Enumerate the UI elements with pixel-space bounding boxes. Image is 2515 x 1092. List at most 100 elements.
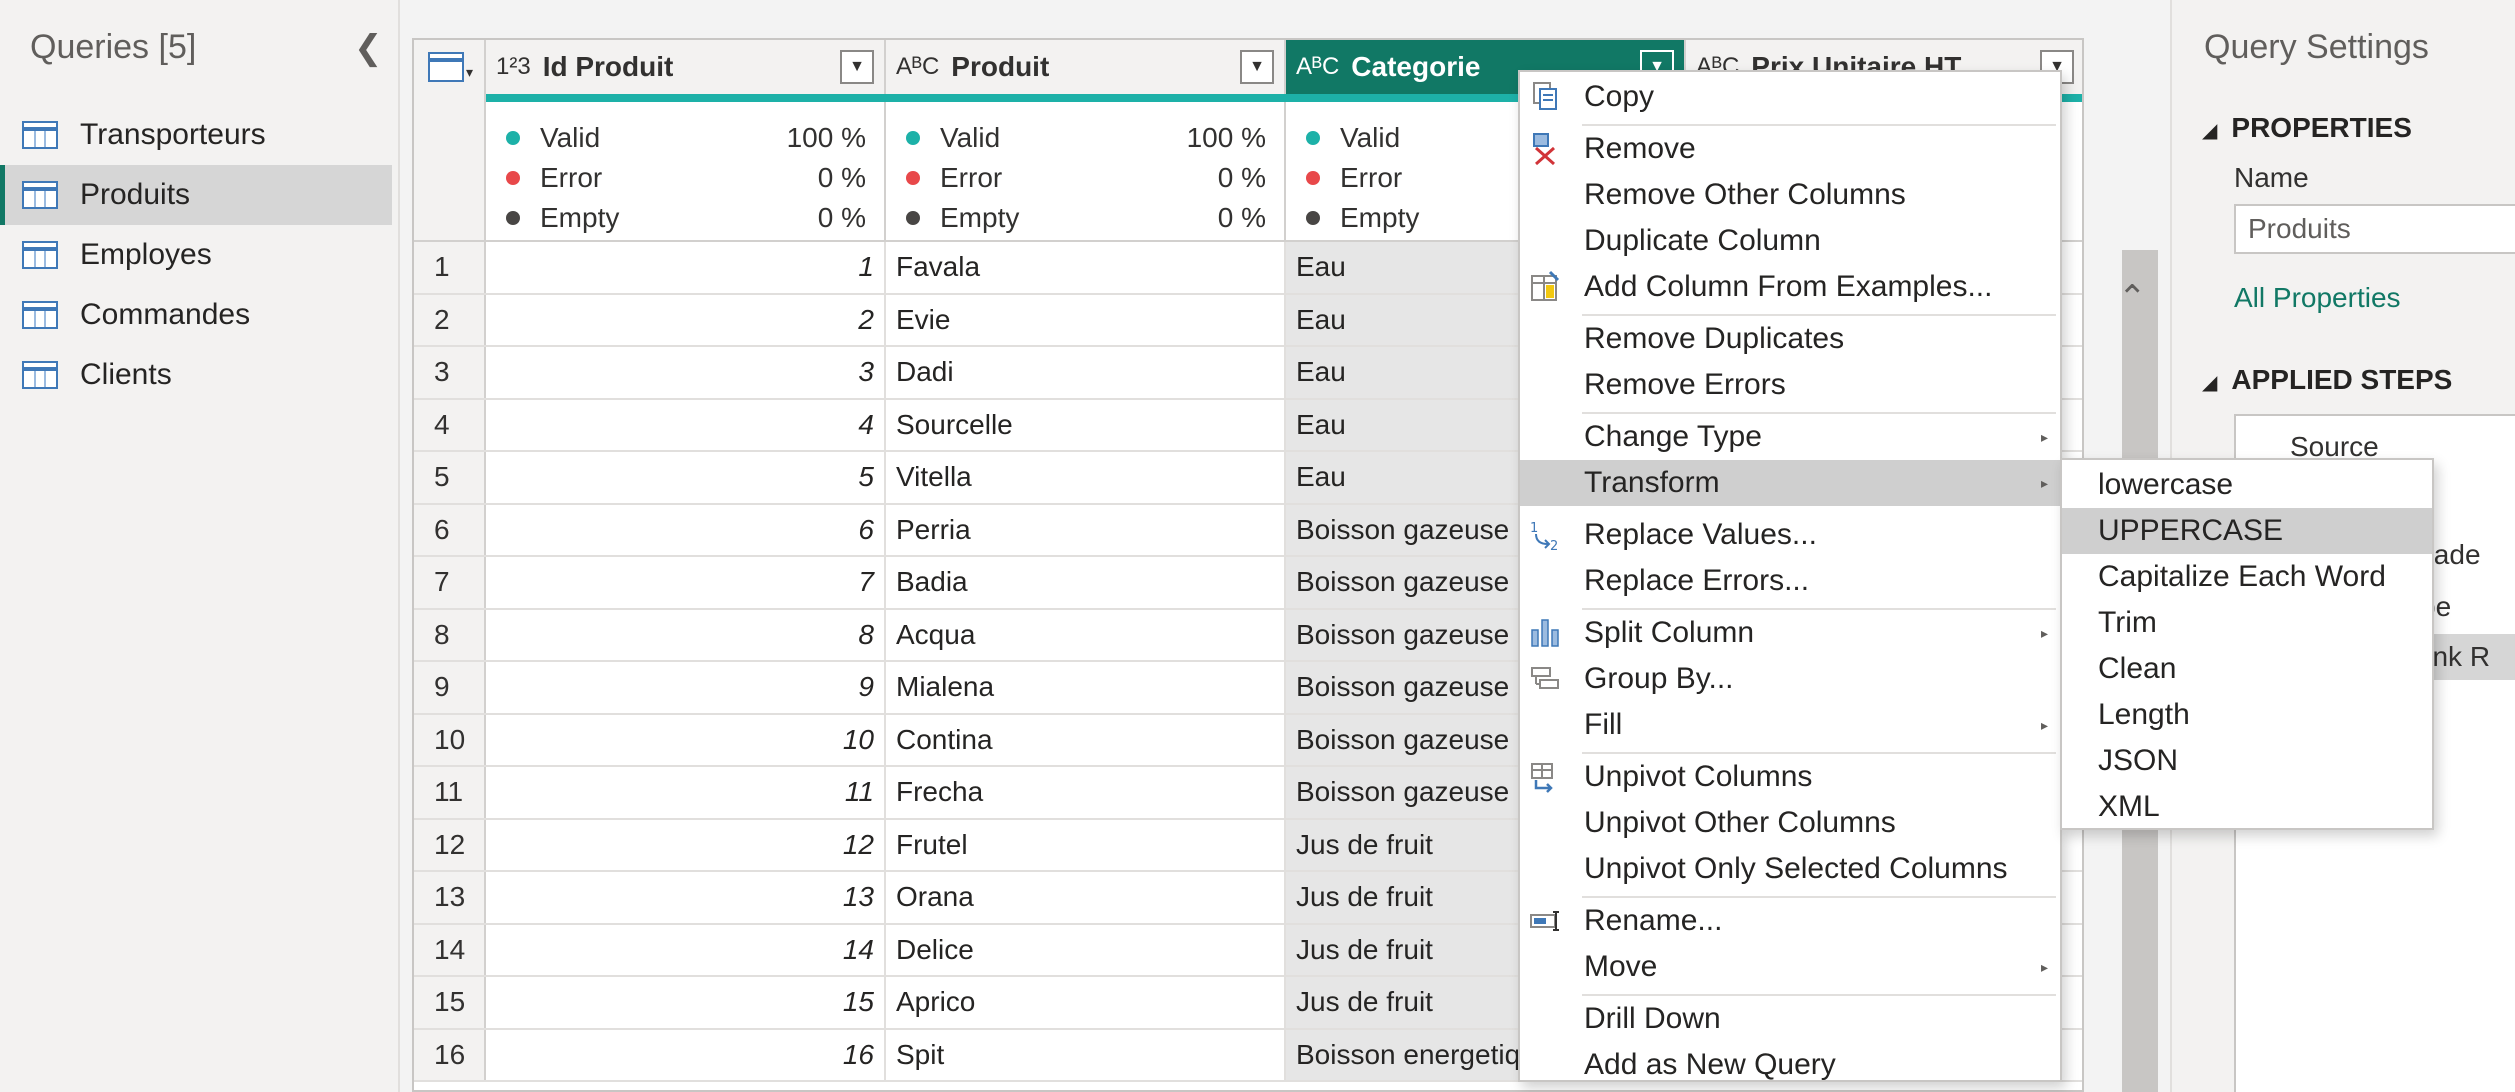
properties-section-header[interactable]: ◢ PROPERTIES [2202, 112, 2412, 144]
menu-item-remove-duplicates[interactable]: Remove Duplicates [1520, 316, 2060, 362]
cell-produit[interactable]: Favala [886, 242, 1286, 293]
row-number[interactable]: 1 [414, 242, 486, 293]
submenu-arrow-icon: ▸ [2040, 716, 2048, 733]
filter-dropdown-icon[interactable]: ▼ [1240, 50, 1274, 84]
row-number[interactable]: 4 [414, 399, 486, 450]
cell-produit[interactable]: Vitella [886, 452, 1286, 503]
cell-id-produit[interactable]: 14 [486, 924, 886, 975]
cell-produit[interactable]: Perria [886, 504, 1286, 555]
query-name-input[interactable]: Produits [2234, 204, 2515, 254]
menu-item-add-column-from-examples[interactable]: Add Column From Examples... [1520, 264, 2060, 310]
cell-produit[interactable]: Dadi [886, 347, 1286, 398]
all-properties-link[interactable]: All Properties [2234, 282, 2401, 314]
filter-dropdown-icon[interactable]: ▼ [840, 50, 874, 84]
cell-id-produit[interactable]: 8 [486, 609, 886, 660]
cell-produit[interactable]: Badia [886, 557, 1286, 608]
row-number[interactable]: 14 [414, 924, 486, 975]
applied-steps-header[interactable]: ◢ APPLIED STEPS [2202, 364, 2452, 396]
submenu-item-clean[interactable]: Clean [2062, 646, 2432, 692]
table-menu-button[interactable]: ▾ [414, 40, 486, 242]
row-number[interactable]: 6 [414, 504, 486, 555]
submenu-item-uppercase[interactable]: UPPERCASE [2062, 508, 2432, 554]
row-number[interactable]: 11 [414, 767, 486, 818]
cell-produit[interactable]: Evie [886, 294, 1286, 345]
query-item-produits[interactable]: Produits [0, 165, 392, 225]
submenu-item-json[interactable]: JSON [2062, 738, 2432, 784]
menu-item-split-column[interactable]: Split Column ▸ [1520, 610, 2060, 656]
cell-id-produit[interactable]: 11 [486, 767, 886, 818]
cell-produit[interactable]: Delice [886, 924, 1286, 975]
row-number[interactable]: 8 [414, 609, 486, 660]
row-number[interactable]: 9 [414, 662, 486, 713]
row-number[interactable]: 5 [414, 452, 486, 503]
text-type-icon[interactable]: AᴮC [1296, 53, 1339, 81]
chevron-left-icon[interactable]: ❮ [354, 28, 383, 68]
cell-produit[interactable]: Orana [886, 872, 1286, 923]
menu-item-copy[interactable]: Copy [1520, 74, 2060, 120]
cell-produit[interactable]: Contina [886, 714, 1286, 765]
row-number[interactable]: 15 [414, 977, 486, 1028]
submenu-item-length[interactable]: Length [2062, 692, 2432, 738]
cell-produit[interactable]: Spit [886, 1029, 1286, 1080]
menu-item-transform[interactable]: Transform ▸ [1520, 460, 2060, 506]
row-number[interactable]: 16 [414, 1029, 486, 1080]
row-number[interactable]: 7 [414, 557, 486, 608]
row-number[interactable]: 10 [414, 714, 486, 765]
menu-item-rename[interactable]: Rename... [1520, 898, 2060, 944]
menu-item-remove-other-columns[interactable]: Remove Other Columns [1520, 172, 2060, 218]
query-item-transporteurs[interactable]: Transporteurs [0, 105, 392, 165]
menu-item-move[interactable]: Move ▸ [1520, 944, 2060, 990]
query-item-clients[interactable]: Clients [0, 345, 392, 405]
cell-id-produit[interactable]: 4 [486, 399, 886, 450]
column-title: Categorie [1351, 51, 1481, 82]
menu-item-fill[interactable]: Fill ▸ [1520, 702, 2060, 748]
cell-id-produit[interactable]: 7 [486, 557, 886, 608]
queries-pane: Queries [5] ❮ Transporteurs Produits Emp… [0, 0, 400, 1092]
cell-produit[interactable]: Mialena [886, 662, 1286, 713]
cell-id-produit[interactable]: 16 [486, 1029, 886, 1080]
number-type-icon[interactable]: 1²3 [496, 53, 531, 81]
menu-item-unpivot-only-selected[interactable]: Unpivot Only Selected Columns [1520, 846, 2060, 892]
cell-id-produit[interactable]: 12 [486, 819, 886, 870]
cell-id-produit[interactable]: 5 [486, 452, 886, 503]
submenu-item-capitalize-each-word[interactable]: Capitalize Each Word [2062, 554, 2432, 600]
submenu-item-xml[interactable]: XML [2062, 784, 2432, 830]
row-number[interactable]: 13 [414, 872, 486, 923]
submenu-item-trim[interactable]: Trim [2062, 600, 2432, 646]
menu-item-replace-values[interactable]: 12 Replace Values... [1520, 512, 2060, 558]
submenu-item-lowercase[interactable]: lowercase [2062, 462, 2432, 508]
menu-item-replace-errors[interactable]: Replace Errors... [1520, 558, 2060, 604]
cell-produit[interactable]: Frecha [886, 767, 1286, 818]
cell-id-produit[interactable]: 6 [486, 504, 886, 555]
cell-id-produit[interactable]: 1 [486, 242, 886, 293]
menu-item-add-as-new-query[interactable]: Add as New Query [1520, 1042, 2060, 1088]
cell-produit[interactable]: Sourcelle [886, 399, 1286, 450]
cell-id-produit[interactable]: 15 [486, 977, 886, 1028]
menu-item-change-type[interactable]: Change Type ▸ [1520, 414, 2060, 460]
column-title: Id Produit [542, 51, 674, 82]
cell-id-produit[interactable]: 10 [486, 714, 886, 765]
menu-item-remove-errors[interactable]: Remove Errors [1520, 362, 2060, 408]
menu-item-duplicate-column[interactable]: Duplicate Column [1520, 218, 2060, 264]
row-number[interactable]: 2 [414, 294, 486, 345]
cell-id-produit[interactable]: 2 [486, 294, 886, 345]
menu-item-remove[interactable]: Remove [1520, 126, 2060, 172]
query-item-commandes[interactable]: Commandes [0, 285, 392, 345]
cell-produit[interactable]: Frutel [886, 819, 1286, 870]
menu-item-drill-down[interactable]: Drill Down [1520, 996, 2060, 1042]
row-number[interactable]: 12 [414, 819, 486, 870]
column-header-id-produit[interactable]: 1²3 Id Produit ▼ [486, 40, 886, 94]
menu-item-unpivot-other-columns[interactable]: Unpivot Other Columns [1520, 800, 2060, 846]
cell-id-produit[interactable]: 3 [486, 347, 886, 398]
text-type-icon[interactable]: AᴮC [896, 53, 939, 81]
column-header-produit[interactable]: AᴮC Produit ▼ [886, 40, 1286, 94]
row-number[interactable]: 3 [414, 347, 486, 398]
cell-id-produit[interactable]: 9 [486, 662, 886, 713]
menu-item-unpivot-columns[interactable]: Unpivot Columns [1520, 754, 2060, 800]
scroll-up-icon[interactable]: ⌃ [2118, 278, 2147, 318]
menu-item-group-by[interactable]: Group By... [1520, 656, 2060, 702]
query-item-employes[interactable]: Employes [0, 225, 392, 285]
cell-id-produit[interactable]: 13 [486, 872, 886, 923]
cell-produit[interactable]: Acqua [886, 609, 1286, 660]
cell-produit[interactable]: Aprico [886, 977, 1286, 1028]
